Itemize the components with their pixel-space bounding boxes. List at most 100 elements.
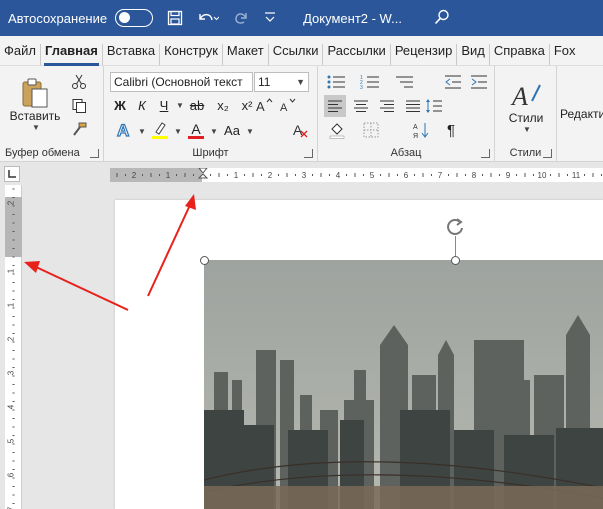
- subscript-button[interactable]: x₂: [212, 95, 234, 115]
- italic-button[interactable]: К: [132, 95, 152, 115]
- tab-help[interactable]: Справка: [490, 44, 550, 65]
- svg-text:A: A: [256, 99, 265, 113]
- numbering-button[interactable]: 123: [358, 72, 382, 92]
- ruler-number: 2: [7, 200, 16, 205]
- horizontal-ruler[interactable]: 32112345678910111213: [110, 167, 603, 182]
- font-group: Calibri (Основной текст 11 ▼ Ж К Ч ▼ ab …: [104, 66, 318, 162]
- ruler-number: 4: [336, 171, 341, 180]
- ruler-number: 5: [370, 171, 375, 180]
- strikethrough-button[interactable]: ab: [186, 95, 208, 115]
- chevron-down-icon: ▼: [523, 124, 531, 134]
- indent-marker[interactable]: [197, 167, 209, 182]
- highlight-button[interactable]: [148, 119, 172, 141]
- tab-mailings[interactable]: Рассылки: [323, 44, 391, 65]
- dialog-launcher-icon[interactable]: [543, 149, 552, 158]
- ruler-number: 2: [7, 336, 16, 341]
- tab-insert[interactable]: Вставка: [103, 44, 161, 65]
- shrink-font-button[interactable]: A: [278, 95, 298, 115]
- ruler-number: 1: [7, 302, 16, 307]
- grow-font-button[interactable]: A: [254, 95, 274, 115]
- scissors-icon: [72, 74, 86, 89]
- rotate-handle-line: [455, 236, 456, 256]
- highlighter-icon: [152, 122, 168, 139]
- tab-references[interactable]: Ссылки: [269, 44, 324, 65]
- customize-quick-access-icon[interactable]: [263, 10, 277, 26]
- copy-button[interactable]: [68, 96, 90, 116]
- dialog-launcher-icon[interactable]: [304, 149, 313, 158]
- grow-font-icon: A: [256, 98, 273, 113]
- justify-button[interactable]: [402, 95, 424, 117]
- align-center-button[interactable]: [350, 95, 372, 117]
- cut-button[interactable]: [68, 72, 90, 92]
- line-spacing-button[interactable]: [422, 95, 446, 117]
- tab-review[interactable]: Рецензир: [391, 44, 458, 65]
- svg-text:A: A: [117, 121, 129, 140]
- ruler-number: 6: [7, 472, 16, 477]
- font-name-combo[interactable]: Calibri (Основной текст: [110, 72, 253, 92]
- show-formatting-marks-button[interactable]: ¶: [440, 119, 462, 141]
- format-painter-button[interactable]: [68, 120, 90, 140]
- shading-button[interactable]: [326, 119, 348, 141]
- increase-indent-icon: [471, 75, 487, 89]
- autosave-toggle[interactable]: [115, 9, 154, 27]
- tab-view[interactable]: Вид: [457, 44, 490, 65]
- bold-button[interactable]: Ж: [110, 95, 130, 115]
- borders-button[interactable]: [360, 119, 382, 141]
- save-icon[interactable]: [167, 10, 183, 26]
- numbering-icon: 123: [360, 75, 379, 90]
- paint-bucket-icon: [329, 123, 345, 139]
- clear-formatting-button[interactable]: A: [290, 119, 312, 141]
- undo-icon[interactable]: [197, 10, 220, 26]
- vertical-ruler[interactable]: 211234567: [5, 185, 22, 509]
- align-right-button[interactable]: [376, 95, 398, 117]
- tab-selector[interactable]: [4, 166, 20, 182]
- tab-layout[interactable]: Макет: [223, 44, 269, 65]
- change-case-button[interactable]: Aa: [220, 119, 244, 141]
- tab-fox[interactable]: Fox: [550, 44, 580, 65]
- vertical-ruler-ticks: 211234567: [7, 188, 16, 509]
- styles-button[interactable]: A Стили ▼: [499, 72, 553, 140]
- bullets-button[interactable]: [324, 72, 348, 92]
- align-left-button[interactable]: [324, 95, 346, 117]
- redo-icon[interactable]: [233, 10, 249, 26]
- styles-group: A Стили ▼ Стили: [495, 66, 557, 162]
- ruler-number: 1: [166, 171, 171, 180]
- sort-icon: AЯ: [413, 123, 429, 139]
- increase-indent-button[interactable]: [468, 72, 490, 92]
- tab-file[interactable]: Файл: [0, 44, 41, 65]
- text-effects-button[interactable]: A: [112, 119, 136, 141]
- ruler-number: 5: [7, 438, 16, 443]
- chevron-down-icon: ▼: [210, 127, 218, 136]
- underline-button[interactable]: Ч: [154, 95, 174, 115]
- chevron-down-icon: ▼: [246, 127, 254, 136]
- svg-text:Я: Я: [413, 133, 418, 139]
- rotate-handle-icon[interactable]: [444, 216, 466, 238]
- decrease-indent-button[interactable]: [442, 72, 464, 92]
- dialog-launcher-icon[interactable]: [90, 149, 99, 158]
- resize-handle-top-middle[interactable]: [451, 256, 460, 265]
- bullets-icon: [327, 75, 345, 89]
- tab-design[interactable]: Конструк: [160, 44, 223, 65]
- ruler-number: 11: [572, 171, 581, 180]
- paste-label: Вставить: [9, 108, 61, 123]
- resize-handle-top-left[interactable]: [200, 256, 209, 265]
- editing-button[interactable]: Редакти: [560, 104, 603, 124]
- align-center-icon: [354, 100, 368, 112]
- horizontal-ruler-ticks: 32112345678910111213: [116, 171, 602, 180]
- borders-icon: [363, 122, 379, 138]
- font-color-button[interactable]: А: [184, 119, 208, 141]
- sort-button[interactable]: AЯ: [410, 119, 432, 141]
- paste-button[interactable]: Вставить ▼: [10, 72, 60, 136]
- justify-icon: [406, 100, 420, 112]
- selected-city-image[interactable]: [204, 260, 603, 509]
- ruler-number: 3: [302, 171, 307, 180]
- font-size-combo[interactable]: 11 ▼: [254, 72, 309, 92]
- tab-home[interactable]: Главная: [41, 44, 103, 66]
- chevron-down-icon: ▼: [138, 127, 146, 136]
- paste-icon: [22, 78, 48, 107]
- dialog-launcher-icon[interactable]: [481, 149, 490, 158]
- multilevel-list-button[interactable]: [392, 72, 416, 92]
- ruler-number: 8: [472, 171, 477, 180]
- decrease-indent-icon: [445, 75, 461, 89]
- search-icon[interactable]: [434, 9, 450, 28]
